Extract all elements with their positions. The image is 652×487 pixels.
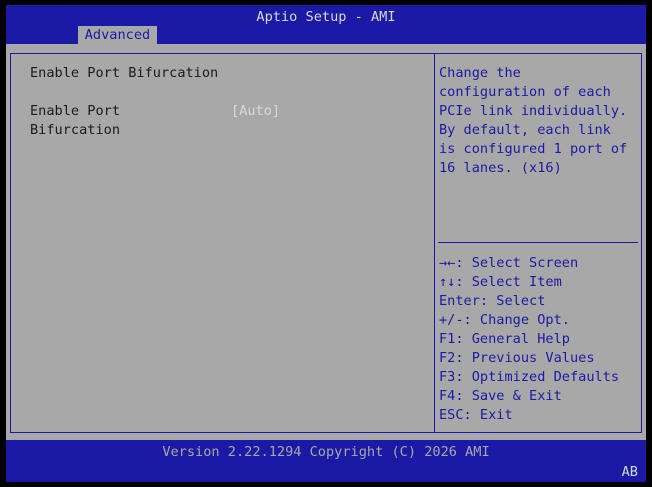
help-line: configuration of each — [439, 84, 611, 100]
key-change-opt: +/-: Change Opt. — [439, 312, 570, 328]
option-enable-port-bifurcation[interactable]: Enable Port Bifurcation [Auto] — [30, 102, 430, 142]
help-line: Change the — [439, 65, 521, 81]
key-select-item: ↑↓: Select Item — [439, 274, 562, 290]
title-bar: Aptio Setup - AMI Advanced — [6, 5, 646, 44]
bios-setup-screen: Aptio Setup - AMI Advanced Enable Port B… — [0, 0, 652, 487]
key-previous-values: F2: Previous Values — [439, 350, 595, 366]
key-optimized-defaults: F3: Optimized Defaults — [439, 369, 620, 385]
help-description: Change the configuration of each PCIe li… — [439, 64, 639, 178]
main-panel: Enable Port Bifurcation Enable Port Bifu… — [10, 53, 435, 433]
key-save-exit: F4: Save & Exit — [439, 388, 562, 404]
key-legend: →←: Select Screen ↑↓: Select Item Enter:… — [439, 254, 639, 425]
help-line: By default, each link — [439, 122, 611, 138]
key-enter-select: Enter: Select — [439, 293, 546, 309]
key-select-screen: →←: Select Screen — [439, 255, 579, 271]
key-general-help: F1: General Help — [439, 331, 570, 347]
option-value[interactable]: [Auto] — [231, 102, 280, 121]
version-text: Version 2.22.1294 Copyright (C) 2026 AMI — [162, 444, 490, 460]
app-title: Aptio Setup - AMI — [256, 9, 396, 25]
footer-bar: Version 2.22.1294 Copyright (C) 2026 AMI… — [6, 440, 646, 482]
body-frame: Enable Port Bifurcation Enable Port Bifu… — [6, 44, 646, 440]
footer-badge: AB — [621, 464, 638, 480]
help-line: 16 lanes. (x16) — [439, 160, 562, 176]
key-esc-exit: ESC: Exit — [439, 407, 513, 423]
help-line: is configured 1 port of — [439, 141, 628, 157]
help-divider — [438, 242, 638, 243]
option-label: Enable Port Bifurcation — [30, 103, 121, 138]
tab-advanced[interactable]: Advanced — [78, 26, 157, 44]
help-panel: Change the configuration of each PCIe li… — [434, 53, 642, 433]
section-title: Enable Port Bifurcation — [30, 65, 219, 81]
help-line: PCIe link individually. — [439, 103, 628, 119]
